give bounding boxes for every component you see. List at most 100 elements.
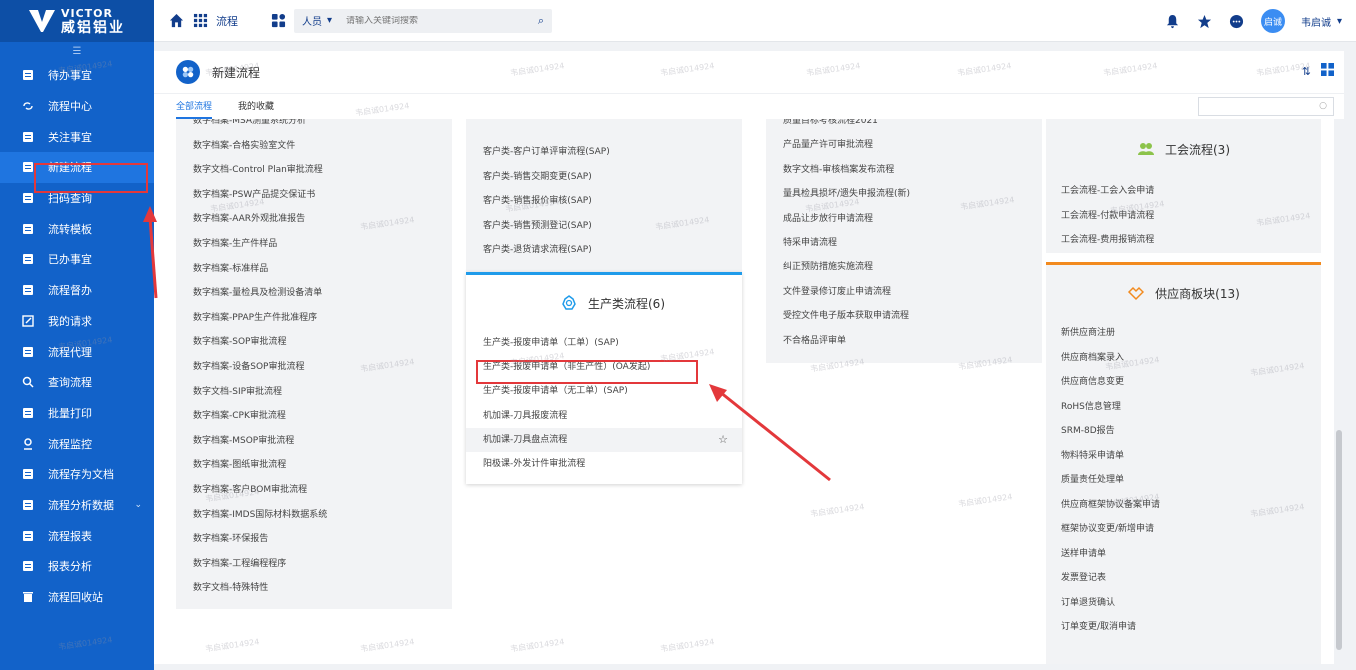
sidebar-item-template[interactable]: 流转模板 (0, 213, 154, 244)
supervise-icon (22, 284, 34, 296)
flow-link[interactable]: 生产类-报废申请单（工单）(SAP) (483, 331, 742, 355)
supplier-card-header: 供应商板块(13) (1046, 265, 1321, 321)
sidebar-item-done[interactable]: 已办事宜 (0, 244, 154, 275)
flow-link[interactable]: 数字档案-量检具及检测设备清单 (193, 281, 452, 306)
flow-link[interactable]: 产品量产许可审批流程 (783, 133, 1042, 157)
sidebar-item-todo[interactable]: 待办事宜 (0, 60, 154, 91)
sidebar-item-monitor[interactable]: 流程监控 (0, 428, 154, 459)
global-search: 人员 ▾ ⌕ (294, 8, 552, 33)
flow-link[interactable]: 受控文件电子版本获取申请流程 (783, 304, 1042, 328)
tab-my-favorites[interactable]: 我的收藏 (238, 99, 274, 119)
flow-link[interactable]: RoHS信息管理 (1046, 395, 1321, 420)
flow-link[interactable]: 数字档案-设备SOP审批流程 (193, 355, 452, 380)
sidebar: VICTOR 威铝铝业 ☰ 待办事宜 流程中心 关注事宜 新建流程 扫码查询 流转模板 已办… (0, 0, 154, 670)
user-menu[interactable]: 韦启诚 ▾ (1301, 14, 1342, 29)
flow-link[interactable]: 订单变更/取消申请 (1046, 615, 1321, 640)
sidebar-item-print[interactable]: 批量打印 (0, 398, 154, 429)
flow-link[interactable]: 机加课-刀具盘点流程 ☆ (466, 427, 742, 452)
bell-icon[interactable] (1165, 13, 1181, 29)
avatar[interactable]: 启诚 (1260, 9, 1285, 33)
flow-link[interactable]: 发票登记表 (1046, 566, 1321, 591)
sidebar-item-save-doc[interactable]: 流程存为文档 (0, 459, 154, 490)
flow-link[interactable]: 数字档案-AAR外观批准报告 (193, 207, 452, 232)
flow-link[interactable]: 纠正预防措施实施流程 (783, 255, 1042, 279)
flow-link[interactable]: 数字档案-环保报告 (193, 527, 452, 552)
search-icon[interactable]: ⌕ (538, 14, 544, 28)
apps-grid-icon[interactable] (192, 13, 208, 29)
home-icon[interactable] (168, 13, 184, 29)
brand-logo[interactable]: VICTOR 威铝铝业 (0, 0, 154, 42)
search-scope-select[interactable]: 人员 ▾ (302, 13, 340, 28)
flow-link[interactable]: 新供应商注册 (1046, 321, 1321, 346)
sidebar-item-search-flow[interactable]: 查询流程 (0, 367, 154, 398)
flow-link[interactable]: 框架协议变更/新增申请 (1046, 517, 1321, 542)
content-scrollbar[interactable] (1336, 430, 1342, 650)
module-title[interactable]: 流程 (216, 13, 238, 29)
flow-link[interactable]: 送样申请单 (1046, 542, 1321, 567)
tab-all-flows[interactable]: 全部流程 (176, 99, 213, 119)
flow-link[interactable]: 数字文档-审核档案发布流程 (783, 158, 1042, 182)
flow-link[interactable]: 工会流程-付款申请流程 (1046, 204, 1321, 229)
flow-link[interactable]: 数字文档-特殊特性 (193, 576, 452, 601)
flow-link[interactable]: 客户类-销售报价审核(SAP) (483, 189, 742, 214)
favorite-star-icon[interactable]: ☆ (718, 428, 728, 452)
flow-link[interactable]: 客户类-客户订单评审流程(SAP) (483, 140, 742, 165)
recycle-icon (22, 591, 34, 603)
flow-link[interactable]: 质量目标考核流程2021 (783, 119, 1042, 133)
chat-icon[interactable] (1229, 13, 1245, 29)
flow-link[interactable]: 数字档案-PPAP生产件批准程序 (193, 306, 452, 331)
production-card-title: 生产类流程(6) (588, 296, 665, 311)
flow-link[interactable]: 数字档案-MSA测量系统分析 (193, 119, 452, 134)
flow-link[interactable]: 客户类-退货请求流程(SAP) (483, 238, 742, 263)
flow-link[interactable]: SRM-8D报告 (1046, 419, 1321, 444)
sidebar-item-supervise[interactable]: 流程督办 (0, 275, 154, 306)
sidebar-item-follow[interactable]: 关注事宜 (0, 121, 154, 152)
flow-link[interactable]: 供应商信息变更 (1046, 370, 1321, 395)
sidebar-item-report-analysis[interactable]: 报表分析 (0, 551, 154, 582)
flow-link[interactable]: 数字文档-SIP审批流程 (193, 380, 452, 405)
grid-view-icon[interactable] (1321, 63, 1334, 79)
search-flow-icon (22, 376, 34, 388)
flow-link[interactable]: 数字档案-客户BOM审批流程 (193, 478, 452, 503)
flow-link[interactable]: 数字文档-Control Plan审批流程 (193, 158, 452, 183)
flow-link[interactable]: 物料特采申请单 (1046, 444, 1321, 469)
flow-link[interactable]: 数字档案-标准样品 (193, 257, 452, 282)
flow-link[interactable]: 数字档案-MSOP审批流程 (193, 429, 452, 454)
flow-link[interactable]: 数字档案-工程编程程序 (193, 552, 452, 577)
flow-link[interactable]: 质量责任处理单 (1046, 468, 1321, 493)
flow-link[interactable]: 数字档案-合格实验室文件 (193, 134, 452, 159)
flow-link[interactable]: 数字档案-图纸审批流程 (193, 453, 452, 478)
flow-link[interactable]: 数字档案-IMDS国际材料数据系统 (193, 503, 452, 528)
flow-link[interactable]: 不合格品评审单 (783, 329, 1042, 353)
flow-link[interactable]: 客户类-销售预测登记(SAP) (483, 214, 742, 239)
brand-name-en: VICTOR (61, 6, 114, 20)
flow-link[interactable]: 工会流程-费用报销流程 (1046, 228, 1321, 253)
sidebar-item-flow-center[interactable]: 流程中心 (0, 91, 154, 122)
sidebar-item-proxy[interactable]: 流程代理 (0, 336, 154, 367)
sort-icon[interactable]: ⇅ (1302, 65, 1311, 78)
search-input[interactable] (346, 15, 532, 26)
flow-link[interactable]: 客户类-销售交期变更(SAP) (483, 165, 742, 190)
flow-link[interactable]: 阳极课-外发计件审批流程 (483, 452, 742, 476)
star-icon[interactable] (1197, 13, 1213, 29)
flow-link[interactable]: 机加课-刀具报废流程 (483, 404, 742, 428)
flow-link[interactable]: 数字档案-CPK审批流程 (193, 404, 452, 429)
filter-input[interactable]: ○ (1198, 97, 1334, 116)
flow-link[interactable]: 数字档案-生产件样品 (193, 232, 452, 257)
flow-link[interactable]: 量具检具损坏/遗失申报流程(新) (783, 182, 1042, 206)
sidebar-item-my-request[interactable]: 我的请求 (0, 306, 154, 337)
flow-link[interactable]: 数字档案-SOP审批流程 (193, 330, 452, 355)
flow-link[interactable]: 订单退货确认 (1046, 591, 1321, 616)
sidebar-item-analysis[interactable]: 流程分析数据 ⌄ (0, 490, 154, 521)
flow-link[interactable]: 特采申请流程 (783, 231, 1042, 255)
flow-link[interactable]: 供应商框架协议备案申请 (1046, 493, 1321, 518)
flow-link[interactable]: 成品让步放行申请流程 (783, 207, 1042, 231)
sidebar-item-recycle[interactable]: 流程回收站 (0, 582, 154, 613)
sidebar-collapse-icon[interactable]: ☰ (0, 42, 154, 60)
flow-link[interactable]: 供应商档案录入 (1046, 346, 1321, 371)
flow-link[interactable]: 文件登录修订废止申请流程 (783, 280, 1042, 304)
chevron-down-icon[interactable]: ⌄ (134, 500, 142, 510)
flow-link[interactable]: 工会流程-工会入会申请 (1046, 179, 1321, 204)
sidebar-item-report[interactable]: 流程报表 (0, 520, 154, 551)
flow-link[interactable]: 数字档案-PSW产品提交保证书 (193, 183, 452, 208)
